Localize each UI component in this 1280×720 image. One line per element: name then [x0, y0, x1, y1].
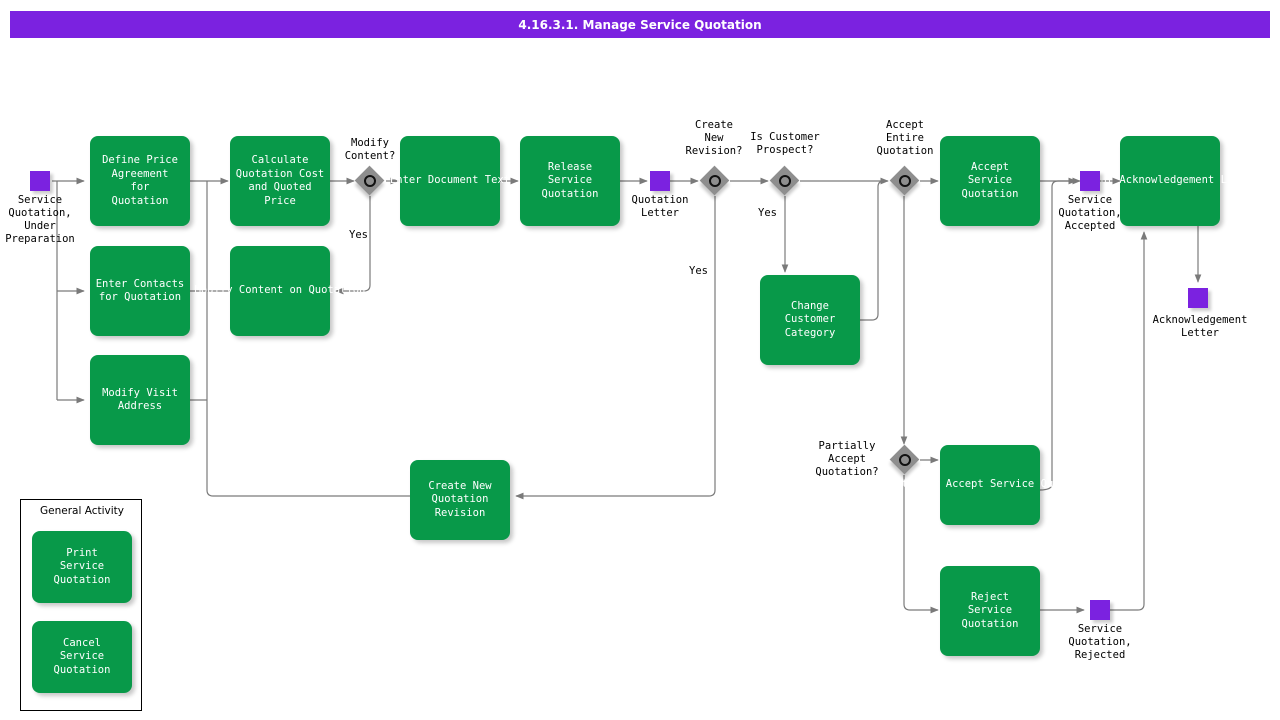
- data-object-service-quotation-rejected-caption: Service Quotation, Rejected: [1053, 623, 1147, 662]
- page-title: 4.16.3.1. Manage Service Quotation: [518, 18, 761, 32]
- activity-calculate-quotation-cost[interactable]: Calculate Quotation Cost and Quoted Pric…: [230, 136, 330, 226]
- activity-create-new-quotation-revision[interactable]: Create New Quotation Revision: [410, 460, 510, 540]
- gateway-create-new-revision[interactable]: [700, 166, 730, 196]
- legend-panel: General Activity Print Service Quotation…: [20, 499, 142, 711]
- activity-label: Change Customer Category: [785, 300, 836, 341]
- process-diagram-canvas: 4.16.3.1. Manage Service Quotation: [0, 0, 1280, 720]
- gateway-modify-content[interactable]: [355, 166, 385, 196]
- activity-partially-accept-service-quotation[interactable]: Partially Accept Service Quotation: [940, 445, 1040, 525]
- gateway-accept-entire-quotation[interactable]: [890, 166, 920, 196]
- activity-label: Enter Document Text: [390, 174, 510, 188]
- activity-modify-visit-address[interactable]: Modify Visit Address: [90, 355, 190, 445]
- activity-label: Modify Content on Quotation: [195, 284, 366, 298]
- activity-label: Enter Contacts for Quotation: [96, 278, 185, 305]
- gateway-circle-icon: [709, 175, 721, 187]
- gateway-circle-icon: [779, 175, 791, 187]
- data-object-acknowledgement-letter-caption: Acknowledgement Letter: [1132, 314, 1268, 340]
- diagram-header-bar: 4.16.3.1. Manage Service Quotation: [10, 11, 1270, 38]
- connector-layer: [0, 0, 1280, 720]
- activity-label: Reject Service Quotation: [962, 591, 1019, 632]
- activity-reject-service-quotation[interactable]: Reject Service Quotation: [940, 566, 1040, 656]
- gateway-is-customer-prospect-caption: Is Customer Prospect?: [733, 131, 837, 157]
- activity-define-price-agreement[interactable]: Define Price Agreement for Quotation: [90, 136, 190, 226]
- activity-enter-document-text[interactable]: Enter Document Text: [400, 136, 500, 226]
- legend-item-cancel-service-quotation[interactable]: Cancel Service Quotation: [32, 621, 132, 693]
- gateway-circle-icon: [899, 454, 911, 466]
- legend-item-label: Print Service Quotation: [54, 547, 111, 588]
- edge-label-create-new-revision-yes: Yes: [689, 265, 708, 277]
- legend-item-label: Cancel Service Quotation: [54, 637, 111, 678]
- activity-change-customer-category[interactable]: Change Customer Category: [760, 275, 860, 365]
- data-object-acknowledgement-letter[interactable]: [1188, 288, 1208, 308]
- gateway-accept-entire-quotation-caption: Accept Entire Quotation: [859, 119, 951, 158]
- activity-label: Define Price Agreement for Quotation: [102, 154, 178, 208]
- start-event-caption: Service Quotation, Under Preparation: [0, 194, 86, 246]
- legend-title: General Activity: [21, 505, 143, 517]
- data-object-quotation-letter-caption: Quotation Letter: [613, 194, 707, 220]
- activity-label: Partially Accept Service Quotation: [883, 478, 1098, 492]
- activity-label: Print Acknowledgement Letter: [1082, 174, 1259, 188]
- activity-label: Calculate Quotation Cost and Quoted Pric…: [236, 154, 325, 208]
- edge-label-is-customer-prospect-yes: Yes: [758, 207, 777, 219]
- activity-accept-service-quotation[interactable]: Accept Service Quotation: [940, 136, 1040, 226]
- gateway-circle-icon: [364, 175, 376, 187]
- gateway-circle-icon: [899, 175, 911, 187]
- gateway-modify-content-caption: Modify Content?: [328, 137, 412, 163]
- gateway-partially-accept-quotation-caption: Partially Accept Quotation?: [801, 440, 893, 479]
- activity-label: Accept Service Quotation: [962, 161, 1019, 202]
- data-object-service-quotation-rejected[interactable]: [1090, 600, 1110, 620]
- activity-release-service-quotation[interactable]: Release Service Quotation: [520, 136, 620, 226]
- gateway-partially-accept-quotation[interactable]: [890, 445, 920, 475]
- activity-enter-contacts[interactable]: Enter Contacts for Quotation: [90, 246, 190, 336]
- activity-label: Modify Visit Address: [102, 387, 178, 414]
- activity-modify-content-on-quotation[interactable]: Modify Content on Quotation: [230, 246, 330, 336]
- legend-item-print-service-quotation[interactable]: Print Service Quotation: [32, 531, 132, 603]
- data-object-service-quotation-accepted-caption: Service Quotation, Accepted: [1043, 194, 1137, 233]
- data-object-service-quotation-accepted[interactable]: [1080, 171, 1100, 191]
- gateway-is-customer-prospect[interactable]: [770, 166, 800, 196]
- activity-label: Create New Quotation Revision: [428, 480, 491, 521]
- start-event-service-quotation-under-preparation[interactable]: [30, 171, 50, 191]
- edge-label-modify-content-yes: Yes: [349, 229, 368, 241]
- data-object-quotation-letter[interactable]: [650, 171, 670, 191]
- activity-label: Release Service Quotation: [542, 161, 599, 202]
